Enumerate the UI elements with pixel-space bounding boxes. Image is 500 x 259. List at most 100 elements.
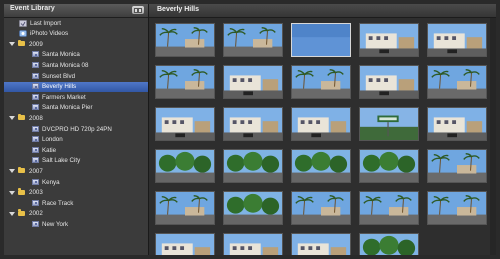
disclosure-triangle-icon[interactable] (9, 190, 15, 195)
clip-thumbnail[interactable] (155, 65, 215, 99)
sidebar-item-dvcpro-hd-720p-24pn[interactable]: DVCPRO HD 720p 24PN (4, 124, 148, 135)
last-import-icon (19, 19, 27, 27)
sidebar-item-label: 2003 (29, 189, 43, 197)
sidebar-item-label: 2009 (29, 40, 43, 48)
film-icon (134, 7, 142, 13)
clip-thumbnail[interactable] (427, 149, 487, 183)
sidebar-item-label: Race Track (42, 199, 74, 207)
clip-thumbnail[interactable] (155, 191, 215, 225)
sidebar-item-label: Santa Monica Pier (42, 104, 93, 112)
sidebar-item-iphoto-videos[interactable]: iPhoto Videos (4, 29, 148, 40)
event-icon (32, 51, 39, 58)
event-icon (32, 125, 39, 132)
clip-thumbnail[interactable] (359, 233, 419, 255)
clip-thumbnail[interactable] (155, 107, 215, 141)
event-icon (32, 61, 39, 68)
sidebar-item-2003[interactable]: 2003 (4, 188, 148, 199)
disclosure-triangle-icon[interactable] (9, 116, 15, 121)
folder-icon (18, 166, 25, 174)
sidebar-item-label: iPhoto Videos (30, 30, 69, 38)
clip-thumbnail[interactable] (427, 107, 487, 141)
sidebar-item-label: Beverly Hills (42, 83, 77, 91)
sidebar-item-kenya[interactable]: Kenya (4, 177, 148, 188)
clip-thumbnail[interactable] (223, 23, 283, 57)
event-browser: Beverly Hills (149, 4, 496, 255)
sidebar-item-2009[interactable]: 2009 (4, 39, 148, 50)
event-icon (32, 136, 39, 143)
sidebar-item-2007[interactable]: 2007 (4, 166, 148, 177)
sidebar-item-katie[interactable]: Katie (4, 145, 148, 156)
clip-thumbnail[interactable] (359, 65, 419, 99)
folder-icon (18, 39, 25, 47)
sidebar-item-salt-lake-city[interactable]: Salt Lake City (4, 156, 148, 167)
sidebar-item-label: Last Import (30, 19, 61, 27)
event-icon (32, 104, 39, 111)
sidebar-item-label: Kenya (42, 178, 60, 186)
clip-thumbnail[interactable] (291, 233, 351, 255)
clip-grid (149, 18, 496, 255)
sidebar-item-beverly-hills[interactable]: Beverly Hills (4, 81, 148, 93)
clip-thumbnail[interactable] (291, 107, 351, 141)
clip-thumbnail[interactable] (359, 107, 419, 141)
sidebar-item-label: Farmers Market (42, 93, 86, 101)
sidebar-item-sunset-blvd[interactable]: Sunset Blvd (4, 71, 148, 82)
clip-thumbnail[interactable] (291, 191, 351, 225)
sidebar-item-farmers-market[interactable]: Farmers Market (4, 92, 148, 103)
clip-thumbnail[interactable] (155, 233, 215, 255)
sidebar-item-london[interactable]: London (4, 135, 148, 146)
event-browser-header: Beverly Hills (149, 4, 496, 18)
sidebar-item-last-import[interactable]: Last Import (4, 18, 148, 29)
sidebar-item-label: 2007 (29, 167, 43, 175)
clip-thumbnail[interactable] (155, 149, 215, 183)
sidebar-item-race-track[interactable]: Race Track (4, 198, 148, 209)
clip-thumbnail[interactable] (427, 191, 487, 225)
event-icon (32, 83, 39, 90)
disclosure-triangle-icon[interactable] (9, 42, 15, 47)
event-tree: Last Import iPhoto Videos 2009 Santa Monica… (4, 18, 148, 230)
clip-thumbnail[interactable] (291, 149, 351, 183)
disclosure-triangle-icon[interactable] (9, 211, 15, 216)
sidebar-item-santa-monica[interactable]: Santa Monica (4, 50, 148, 61)
clip-thumbnail[interactable] (427, 23, 487, 57)
sidebar-item-label: Sunset Blvd (42, 72, 76, 80)
clip-thumbnail[interactable] (223, 233, 283, 255)
sidebar-item-santa-monica-08[interactable]: Santa Monica 08 (4, 60, 148, 71)
event-library-title: Event Library (10, 5, 55, 12)
sidebar-item-label: 2008 (29, 114, 43, 122)
clip-thumbnail[interactable] (223, 65, 283, 99)
sidebar-item-label: DVCPRO HD 720p 24PN (42, 125, 112, 133)
clip-thumbnail[interactable] (155, 23, 215, 57)
event-icon (32, 72, 39, 79)
clip-thumbnail[interactable] (223, 191, 283, 225)
sidebar-item-label: Salt Lake City (42, 157, 81, 165)
sidebar-item-new-york[interactable]: New York (4, 219, 148, 230)
sidebar-item-label: New York (42, 220, 69, 228)
event-icon (32, 157, 39, 164)
sidebar-item-2002[interactable]: 2002 (4, 209, 148, 220)
vertical-scrollbar[interactable] (490, 18, 496, 255)
sidebar-item-label: Santa Monica 08 (42, 61, 89, 69)
clip-thumbnail[interactable] (359, 149, 419, 183)
event-icon (32, 178, 39, 185)
sidebar-item-label: Santa Monica (42, 51, 80, 59)
library-toggle-button[interactable] (132, 6, 144, 14)
clip-thumbnail[interactable] (359, 23, 419, 57)
clip-thumbnail[interactable] (291, 23, 351, 57)
event-icon (32, 199, 39, 206)
clip-thumbnail[interactable] (291, 65, 351, 99)
sidebar-item-label: Katie (42, 146, 57, 154)
event-library-header: Event Library (4, 4, 148, 18)
disclosure-triangle-icon[interactable] (9, 169, 15, 174)
sidebar-item-santa-monica-pier[interactable]: Santa Monica Pier (4, 103, 148, 114)
clip-thumbnail[interactable] (223, 107, 283, 141)
folder-icon (18, 188, 25, 195)
sidebar-item-label: London (42, 136, 63, 144)
folder-icon (18, 113, 25, 121)
folder-icon (18, 209, 25, 216)
clip-thumbnail[interactable] (427, 65, 487, 99)
clip-thumbnail[interactable] (359, 191, 419, 225)
event-title: Beverly Hills (157, 6, 200, 13)
sidebar-item-2008[interactable]: 2008 (4, 113, 148, 124)
clip-thumbnail[interactable] (223, 149, 283, 183)
event-icon (32, 220, 39, 227)
